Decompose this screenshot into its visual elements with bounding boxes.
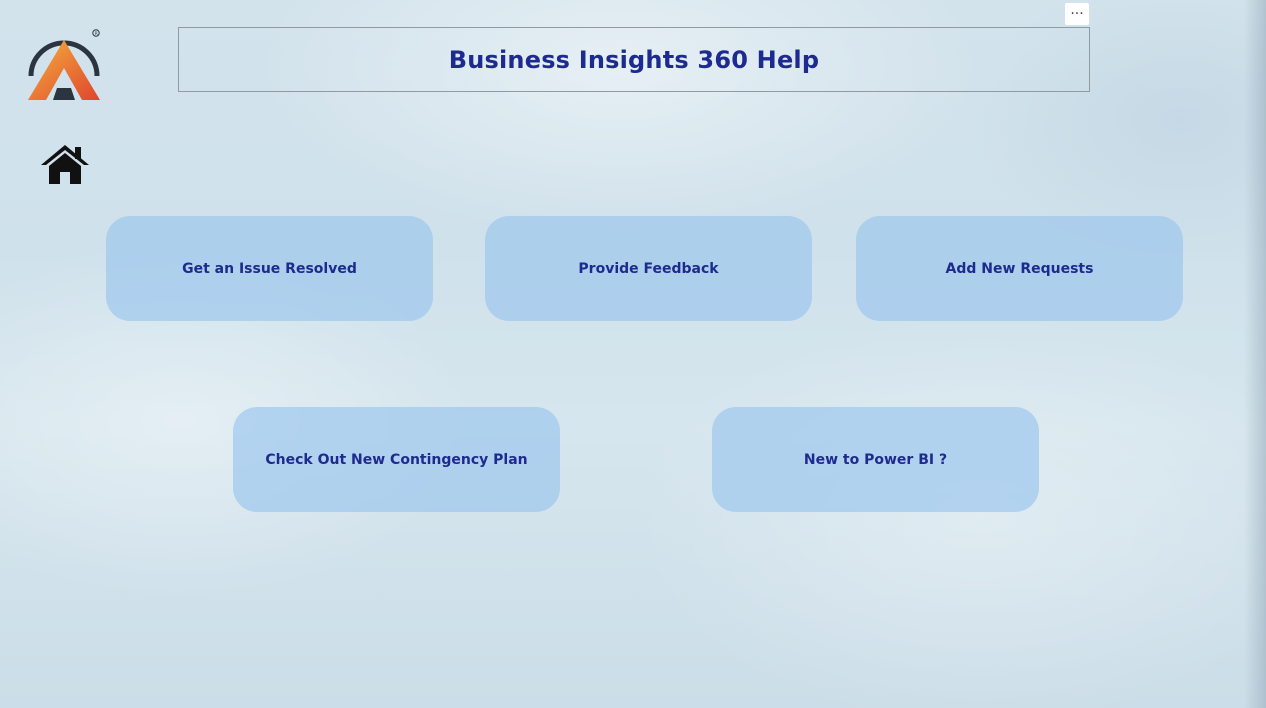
new-to-power-bi-button[interactable]: New to Power BI ? <box>712 407 1039 512</box>
get-issue-resolved-button[interactable]: Get an Issue Resolved <box>106 216 433 321</box>
button-label: Provide Feedback <box>578 260 719 277</box>
button-label: Get an Issue Resolved <box>182 260 357 277</box>
add-new-requests-button[interactable]: Add New Requests <box>856 216 1183 321</box>
provide-feedback-button[interactable]: Provide Feedback <box>485 216 812 321</box>
svg-text:R: R <box>95 31 98 37</box>
ellipsis-icon: ··· <box>1070 6 1084 22</box>
page-title-box: Business Insights 360 Help <box>178 27 1090 92</box>
right-edge-shadow <box>1244 0 1266 708</box>
button-label: Add New Requests <box>945 260 1094 277</box>
more-options-button[interactable]: ··· <box>1065 3 1089 25</box>
home-icon[interactable] <box>40 143 90 185</box>
button-label: Check Out New Contingency Plan <box>265 451 528 468</box>
page-title: Business Insights 360 Help <box>448 45 820 74</box>
atliq-logo-icon: R <box>25 26 103 102</box>
contingency-plan-button[interactable]: Check Out New Contingency Plan <box>233 407 560 512</box>
button-label: New to Power BI ? <box>803 451 948 468</box>
